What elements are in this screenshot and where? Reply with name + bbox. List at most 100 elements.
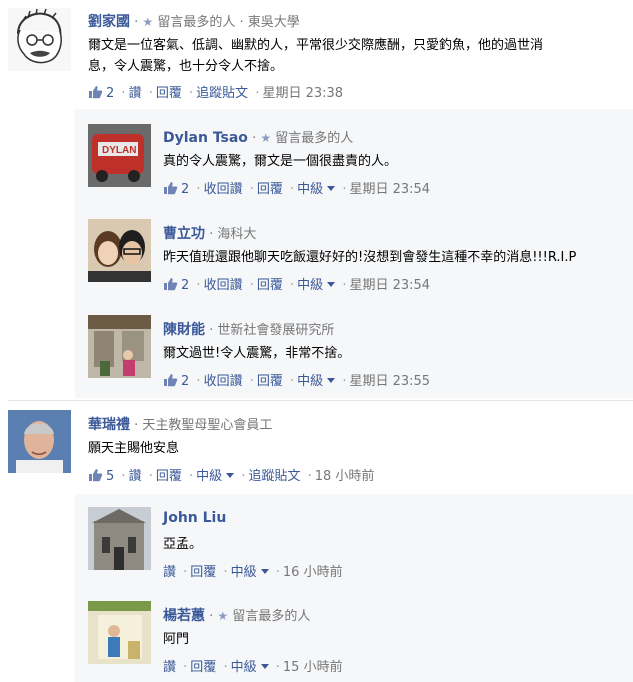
reply-link[interactable]: 回覆	[156, 469, 182, 484]
comment-actions: 讚 · 回覆 · 中級 · 16 小時前	[163, 565, 343, 580]
affiliation[interactable]: 天主教聖母聖心會員工	[142, 418, 272, 433]
photo-avatar-image	[8, 410, 71, 473]
rank-dropdown[interactable]: 中級	[231, 660, 269, 675]
follow-post-link[interactable]: 追蹤貼文	[196, 86, 248, 101]
like-link[interactable]: 讚	[163, 565, 176, 580]
reply-link[interactable]: 回覆	[257, 374, 283, 389]
affiliation[interactable]: 世新社會發展研究所	[217, 323, 334, 338]
timestamp[interactable]: 星期日 23:38	[262, 86, 343, 101]
follow-post-link[interactable]: 追蹤貼文	[248, 469, 300, 484]
reply-area-2	[75, 494, 633, 682]
comment-actions: 2 · 收回讚 · 回覆 · 中級 · 星期日 23:55	[163, 370, 430, 391]
avatar[interactable]	[88, 219, 151, 282]
like-count[interactable]: 2	[181, 182, 189, 197]
reply-link[interactable]: 回覆	[156, 86, 182, 101]
like-link[interactable]: 讚	[163, 660, 176, 675]
badge-label: 留言最多的人	[275, 131, 354, 146]
photo-avatar-image	[88, 315, 151, 378]
timestamp[interactable]: 星期日 23:54	[349, 278, 430, 293]
unlike-link[interactable]: 收回讚	[204, 374, 243, 389]
commenter-name[interactable]: 華瑞禮	[88, 417, 130, 433]
like-link[interactable]: 讚	[129, 469, 142, 484]
rank-dropdown[interactable]: 中級	[297, 278, 336, 293]
comment-actions: 讚 · 回覆 · 中級 · 15 小時前	[163, 660, 343, 675]
avatar[interactable]: DYLAN	[88, 124, 151, 187]
thumbs-up-icon[interactable]	[88, 468, 103, 486]
timestamp[interactable]: 16 小時前	[283, 565, 343, 580]
comment-text: 昨天值班還跟他聊天吃飯還好好的!沒想到會發生這種不幸的消息!!!R.I.P	[163, 250, 577, 265]
caret-down-icon	[327, 186, 336, 191]
timestamp[interactable]: 星期日 23:54	[349, 182, 430, 197]
caret-down-icon	[226, 473, 235, 478]
comment-text: 亞孟。	[163, 537, 203, 552]
rank-dropdown[interactable]: 中級	[297, 374, 336, 389]
photo-avatar-image	[88, 219, 151, 282]
caret-down-icon	[327, 378, 336, 383]
badge-label: 留言最多的人	[232, 609, 311, 624]
photo-avatar-image	[88, 507, 151, 570]
comment-actions: 2 · 收回讚 · 回覆 · 中級 · 星期日 23:54	[163, 274, 430, 295]
caret-down-icon	[260, 569, 269, 574]
thumbs-up-icon[interactable]	[163, 373, 178, 391]
unlike-link[interactable]: 收回讚	[204, 278, 243, 293]
comment-header: 曹立功 · 海科大	[163, 226, 257, 242]
comment-header: Dylan Tsao · ★ 留言最多的人	[163, 130, 354, 146]
comment-header: 楊若蕙 · ★ 留言最多的人	[163, 608, 311, 624]
reply-link[interactable]: 回覆	[190, 565, 216, 580]
comment-header: 陳財能 · 世新社會發展研究所	[163, 322, 335, 338]
avatar[interactable]	[88, 601, 151, 664]
commenter-name[interactable]: 曹立功	[163, 226, 205, 242]
timestamp[interactable]: 18 小時前	[315, 469, 375, 484]
timestamp[interactable]: 星期日 23:55	[349, 374, 430, 389]
commenter-name[interactable]: John Liu	[163, 510, 226, 526]
comment-text: 爾文是一位客氣、低調、幽默的人，平常很少交際應酬，只愛釣魚，他的過世消 息，令人…	[88, 38, 544, 74]
comment-header: John Liu	[163, 510, 226, 526]
like-link[interactable]: 讚	[129, 86, 142, 101]
star-icon: ★	[217, 609, 229, 623]
comment-text: 阿門	[163, 632, 190, 647]
reply-link[interactable]: 回覆	[257, 182, 283, 197]
thumbs-up-icon[interactable]	[88, 85, 103, 103]
unlike-link[interactable]: 收回讚	[204, 182, 243, 197]
avatar[interactable]	[88, 507, 151, 570]
photo-avatar-image	[88, 601, 151, 664]
comment-text: 真的令人震驚，爾文是一個很盡責的人。	[163, 154, 398, 169]
comment-header: 劉家國 · ★ 留言最多的人 · 東吳大學	[88, 14, 300, 30]
badge-label: 留言最多的人	[157, 15, 236, 30]
commenter-name[interactable]: 楊若蕙	[163, 608, 205, 624]
caret-down-icon	[260, 664, 269, 669]
commenter-name[interactable]: Dylan Tsao	[163, 130, 248, 146]
cartoon-avatar-image	[8, 8, 71, 71]
star-icon: ★	[142, 15, 154, 29]
caret-down-icon	[327, 282, 336, 287]
avatar[interactable]	[8, 410, 71, 473]
commenter-name[interactable]: 陳財能	[163, 322, 205, 338]
comment-header: 華瑞禮 · 天主教聖母聖心會員工	[88, 417, 273, 433]
like-count[interactable]: 2	[181, 278, 189, 293]
comment-text: 爾文過世!令人震驚，非常不捨。	[163, 346, 351, 361]
reply-link[interactable]: 回覆	[257, 278, 283, 293]
avatar[interactable]	[88, 315, 151, 378]
like-count[interactable]: 2	[181, 374, 189, 389]
thumbs-up-icon[interactable]	[163, 181, 178, 199]
photo-avatar-image: DYLAN	[88, 124, 151, 187]
affiliation[interactable]: 東吳大學	[248, 15, 300, 30]
thumbs-up-icon[interactable]	[163, 277, 178, 295]
comment-actions: 2 · 讚 · 回覆 · 追蹤貼文 · 星期日 23:38	[88, 82, 343, 103]
like-count[interactable]: 5	[106, 469, 114, 484]
comment-actions: 5 · 讚 · 回覆 · 中級 · 追蹤貼文 · 18 小時前	[88, 465, 374, 486]
timestamp[interactable]: 15 小時前	[283, 660, 343, 675]
comment-actions: 2 · 收回讚 · 回覆 · 中級 · 星期日 23:54	[163, 178, 430, 199]
reply-link[interactable]: 回覆	[190, 660, 216, 675]
svg-text:DYLAN: DYLAN	[102, 145, 136, 156]
avatar[interactable]	[8, 8, 71, 71]
rank-dropdown[interactable]: 中級	[231, 565, 269, 580]
like-count[interactable]: 2	[106, 86, 114, 101]
commenter-name[interactable]: 劉家國	[88, 14, 130, 30]
affiliation[interactable]: 海科大	[217, 227, 256, 242]
rank-dropdown[interactable]: 中級	[297, 182, 336, 197]
divider	[8, 400, 633, 401]
comment-text: 願天主賜他安息	[88, 441, 180, 456]
rank-dropdown[interactable]: 中級	[196, 469, 235, 484]
star-icon: ★	[260, 131, 272, 145]
